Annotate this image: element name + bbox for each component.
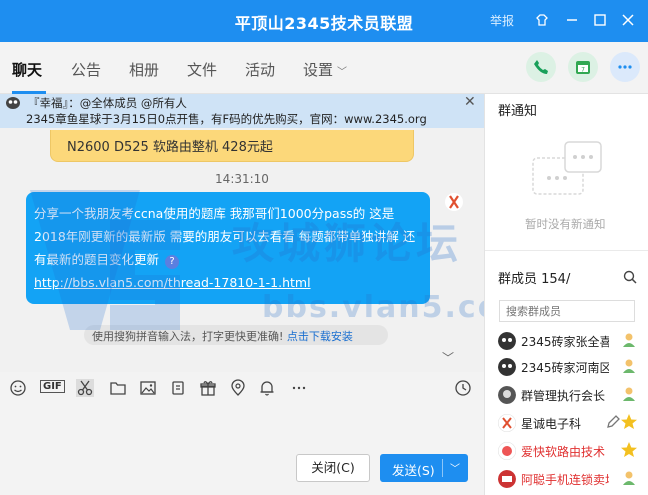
more-icon[interactable] [288,377,310,399]
admin-badge-icon [620,385,638,403]
maximize-icon[interactable] [590,10,610,30]
tab-announcement[interactable]: 公告 [71,59,101,80]
close-icon[interactable] [618,10,638,30]
member-item[interactable]: 2345砖家张全喜 [498,330,648,352]
shake-icon[interactable] [167,377,189,399]
gift-icon[interactable] [197,377,219,399]
avatar [498,386,516,404]
message-timestamp: 14:31:10 [215,172,269,186]
member-name: 阿聪手机连锁卖场 [521,473,609,487]
folder-icon[interactable] [107,377,129,399]
member-name: 2345砖家张全喜 [521,335,609,349]
send-options-chevron-icon[interactable]: ﹀ [450,460,460,475]
help-icon: ? [165,255,180,269]
member-item[interactable]: 星诚电子科 [498,412,648,434]
star-badge-icon [620,441,638,459]
announcement-text: 2345章鱼星球于3月15日0点开售，有F码的优先购买，官网：www.2345.… [26,112,427,126]
tabs-bar: 聊天 公告 相册 文件 活动 设置 ﹀ 7 [0,42,648,94]
ime-download-link[interactable]: 点击下载安装 [287,330,353,343]
user-avatar-icon [6,97,20,109]
avatar [498,332,516,350]
calendar-button[interactable]: 7 [568,52,598,82]
admin-badge-icon [620,357,638,375]
close-button[interactable]: 关闭(C) [296,454,370,482]
tab-files[interactable]: 文件 [187,59,217,80]
admin-badge-icon [620,331,638,349]
member-item[interactable]: 群管理执行会长 [498,384,648,406]
member-item[interactable]: 阿聪手机连锁卖场 [498,468,648,490]
image-icon[interactable] [137,377,159,399]
input-toolbar: GIF [0,372,484,402]
more-button[interactable] [610,52,640,82]
members-title: 群成员 154/ [498,272,571,287]
location-icon[interactable] [227,377,249,399]
member-item[interactable]: 爱快软路由技术 [498,440,648,462]
chevron-down-icon: ﹀ [337,67,348,78]
skin-icon[interactable] [532,10,552,30]
close-announcement-icon[interactable]: ✕ [464,94,476,110]
side-divider [485,250,648,251]
member-item[interactable]: 2345砖家河南区 [498,356,648,378]
phone-call-button[interactable] [526,52,556,82]
previous-message-text: N2600 D525 软路由整机 428元起 [67,140,273,155]
send-button-label: 发送(S) [392,463,435,478]
member-name: 爱快软路由技术 [521,445,606,459]
message-link[interactable]: http://bbs.vlan5.com/thread-17810-1-1.ht… [34,275,311,290]
member-name: 2345砖家河南区 [521,361,609,375]
member-name: 星诚电子科 [521,417,582,431]
scroll-down-icon[interactable]: ﹀ [442,349,454,366]
title-bar: 平顶山2345技术员联盟 举报 [0,0,648,42]
empty-notice-text: 暂时没有新通知 [525,217,606,231]
screenshot-icon[interactable] [74,377,96,399]
ime-tip: 使用搜狗拼音输入法，打字更快更准确! 点击下载安装 [84,325,388,345]
search-icon[interactable] [623,270,637,284]
admin-badge-icon [620,469,638,487]
tab-settings[interactable]: 设置 ﹀ [303,59,347,80]
watermark-text: 攻城狮论坛 [232,219,463,268]
message-input[interactable]: 关闭(C) 发送(S) ﹀ [0,402,484,495]
pinned-announcement[interactable]: 『幸福』：@全体成员 @所有人 2345章鱼星球于3月15日0点开售，有F码的优… [0,94,484,128]
group-notice-title: 群通知 [498,104,538,119]
tab-settings-label: 设置 [303,61,334,79]
member-search-input[interactable] [499,300,635,322]
phone-icon [534,60,548,74]
avatar [498,442,516,460]
tab-chat[interactable]: 聊天 [12,59,42,80]
avatar [498,358,516,376]
send-button[interactable]: 发送(S) ﹀ [380,454,468,482]
gif-icon[interactable]: GIF [40,380,65,393]
avatar [498,414,516,432]
avatar [498,470,516,488]
report-button[interactable]: 举报 [490,12,514,29]
svg-text:7: 7 [581,67,585,74]
emoji-icon[interactable] [7,377,29,399]
more-dots-icon [618,65,632,69]
side-panel: 群通知 暂时没有新通知 群成员 154/ 2345砖家张全喜 2345砖家河南区… [484,94,648,495]
calendar-icon: 7 [576,61,590,74]
empty-notice-illustration-icon [532,141,602,195]
announcement-header: 『幸福』：@全体成员 @所有人 [28,96,187,110]
star-badge-icon [620,413,638,431]
member-name: 群管理执行会长 [521,389,606,403]
history-clock-icon[interactable] [452,377,474,399]
minimize-icon[interactable] [562,10,582,30]
ime-tip-text: 使用搜狗拼音输入法，打字更快更准确! [92,330,284,343]
sender-avatar[interactable] [444,192,464,212]
tab-album[interactable]: 相册 [129,59,159,80]
tab-activity[interactable]: 活动 [245,59,275,80]
send-divider [442,459,443,477]
previous-message-bubble: N2600 D525 软路由整机 428元起 [50,130,414,162]
bell-icon[interactable] [256,377,278,399]
